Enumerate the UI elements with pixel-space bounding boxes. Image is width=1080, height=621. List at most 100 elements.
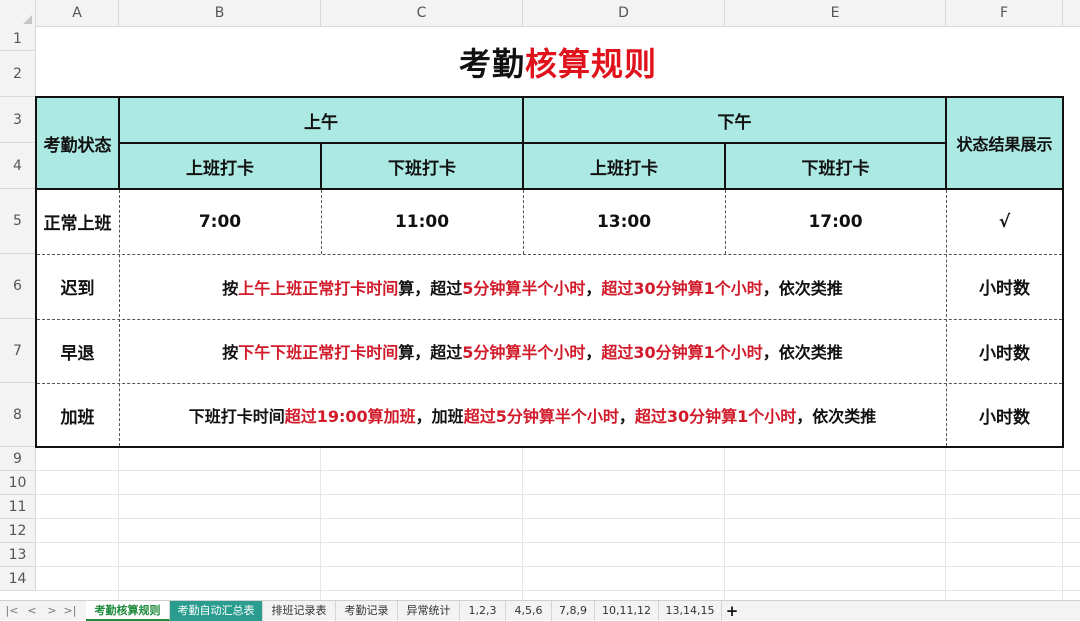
- sheet-tab-exceptions[interactable]: 异常统计: [398, 601, 460, 621]
- header-afternoon[interactable]: 下午: [523, 97, 946, 143]
- header-divider: [320, 143, 322, 189]
- first-sheet-nav-icon[interactable]: |<: [4, 601, 20, 621]
- early-rule-highlight: 5分钟算半个小时: [462, 343, 586, 362]
- sheet-tab-1-2-3[interactable]: 1,2,3: [460, 601, 506, 621]
- early-result[interactable]: 小时数: [946, 319, 1063, 383]
- sheet-tab-4-5-6[interactable]: 4,5,6: [506, 601, 552, 621]
- row-early-label[interactable]: 早退: [36, 319, 119, 383]
- sheet-tab-summary[interactable]: 考勤自动汇总表: [170, 601, 263, 621]
- sheet-title: 考勤 核算规则: [36, 27, 1080, 97]
- overtime-rule-text: ，: [618, 407, 635, 426]
- row-header-3[interactable]: 3: [0, 97, 36, 143]
- row-normal-label[interactable]: 正常上班: [36, 189, 119, 254]
- overtime-rule-text: 下班打卡时间: [188, 407, 285, 426]
- column-header-c[interactable]: C: [321, 0, 523, 27]
- sheet-tab-10-11-12[interactable]: 10,11,12: [595, 601, 659, 621]
- late-rule-text: 算，超过: [398, 278, 463, 298]
- row-header-2[interactable]: 2: [0, 51, 36, 97]
- row-header-13[interactable]: 13: [0, 543, 36, 567]
- normal-pm-out[interactable]: 17:00: [725, 189, 946, 254]
- sheet-tab-schedule[interactable]: 排班记录表: [263, 601, 336, 621]
- overtime-rule-highlight: 超过19:00算加班: [284, 407, 416, 426]
- row-overtime-label[interactable]: 加班: [36, 383, 119, 447]
- sheet-tab-13-14-15[interactable]: 13,14,15: [659, 601, 722, 621]
- column-header-b[interactable]: B: [119, 0, 321, 27]
- add-sheet-button[interactable]: +: [722, 601, 742, 621]
- row-divider: [37, 254, 1062, 255]
- spreadsheet-area: A B C D E F 1 2 3 4 5 6 7 8 9 10 11 12 1…: [0, 0, 1080, 600]
- overtime-result[interactable]: 小时数: [946, 383, 1063, 447]
- row-header-8[interactable]: 8: [0, 383, 36, 447]
- header-morning[interactable]: 上午: [119, 97, 523, 143]
- normal-pm-in[interactable]: 13:00: [523, 189, 725, 254]
- late-rule-text: ，: [585, 278, 602, 298]
- row-header-10[interactable]: 10: [0, 471, 36, 495]
- overtime-rule-text: ，依次类推: [796, 407, 877, 426]
- sheet-tab-rules[interactable]: 考勤核算规则: [86, 601, 170, 621]
- col-divider: [321, 190, 322, 254]
- col-divider: [946, 190, 947, 446]
- row-header-4[interactable]: 4: [0, 143, 36, 189]
- overtime-rule-text: ，加班: [415, 407, 464, 426]
- row-header-5[interactable]: 5: [0, 189, 36, 254]
- row-divider: [37, 383, 1062, 384]
- early-rule-text: ，: [585, 343, 602, 362]
- column-header-e[interactable]: E: [725, 0, 946, 27]
- late-rule-highlight: 上午上班正常打卡时间: [238, 278, 399, 298]
- title-part-black: 考勤: [458, 45, 525, 83]
- normal-result-checkmark[interactable]: √: [946, 189, 1063, 254]
- header-divider: [724, 143, 726, 189]
- column-header-a[interactable]: A: [36, 0, 119, 27]
- next-sheet-nav-icon[interactable]: >: [44, 601, 60, 621]
- table-border-top: [35, 96, 1064, 98]
- late-rule-text: ，依次类推: [762, 278, 843, 298]
- late-rule-text: 按: [222, 278, 239, 298]
- row-header-7[interactable]: 7: [0, 319, 36, 383]
- header-pm-out[interactable]: 下班打卡: [725, 143, 946, 189]
- early-rule[interactable]: 按下午下班正常打卡时间 算，超过 5分钟算半个小时，超过30分钟算1个小时 ，依次类推: [119, 319, 946, 383]
- overtime-rule-highlight: 超过30分钟算1个小时: [634, 407, 797, 426]
- early-rule-text: 按: [222, 343, 239, 362]
- normal-am-out[interactable]: 11:00: [321, 189, 523, 254]
- header-bottom-border: [35, 188, 1064, 190]
- table-border-left: [35, 96, 37, 448]
- col-divider: [119, 190, 120, 446]
- col-divider: [523, 190, 524, 254]
- early-rule-highlight: 超过30分钟算1个小时: [601, 343, 763, 362]
- header-status[interactable]: 考勤状态: [36, 97, 119, 189]
- col-divider: [725, 190, 726, 254]
- row-divider: [37, 319, 1062, 320]
- header-am-out[interactable]: 下班打卡: [321, 143, 523, 189]
- prev-sheet-nav-icon[interactable]: <: [24, 601, 40, 621]
- late-result[interactable]: 小时数: [946, 254, 1063, 319]
- header-divider: [119, 142, 946, 144]
- row-header-6[interactable]: 6: [0, 254, 36, 319]
- column-header-bar: A B C D E F: [0, 0, 1080, 27]
- late-rule-highlight: 超过30分钟算1个小时: [601, 278, 763, 298]
- table-border-bottom: [35, 446, 1064, 448]
- late-rule[interactable]: 按上午上班正常打卡时间 算，超过 5分钟算半个小时，超过30分钟算1个小时 ，依次类推: [119, 254, 946, 319]
- sheet-tab-records[interactable]: 考勤记录: [336, 601, 398, 621]
- early-rule-text: 算，超过: [398, 343, 463, 362]
- row-header-12[interactable]: 12: [0, 519, 36, 543]
- column-header-f[interactable]: F: [946, 0, 1063, 27]
- select-all-corner[interactable]: [0, 0, 36, 27]
- header-pm-in[interactable]: 上班打卡: [523, 143, 725, 189]
- sheet-tab-bar: |< < > >| 考勤核算规则 考勤自动汇总表 排班记录表 考勤记录 异常统计…: [0, 600, 1080, 621]
- normal-am-in[interactable]: 7:00: [119, 189, 321, 254]
- early-rule-highlight: 下午下班正常打卡时间: [238, 343, 399, 362]
- row-header-1[interactable]: 1: [0, 27, 36, 51]
- sheet-tab-7-8-9[interactable]: 7,8,9: [552, 601, 595, 621]
- row-header-11[interactable]: 11: [0, 495, 36, 519]
- title-part-red: 核算规则: [525, 45, 658, 83]
- overtime-rule-highlight: 超过5分钟算半个小时: [463, 407, 619, 426]
- last-sheet-nav-icon[interactable]: >|: [62, 601, 78, 621]
- header-am-in[interactable]: 上班打卡: [119, 143, 321, 189]
- row-header-14[interactable]: 14: [0, 567, 36, 591]
- late-rule-highlight: 5分钟算半个小时: [462, 278, 586, 298]
- row-late-label[interactable]: 迟到: [36, 254, 119, 319]
- row-header-9[interactable]: 9: [0, 447, 36, 471]
- header-result[interactable]: 状态结果展示: [946, 97, 1063, 189]
- column-header-d[interactable]: D: [523, 0, 725, 27]
- overtime-rule[interactable]: 下班打卡时间 超过19:00算加班 ，加班 超过5分钟算半个小时，超过30分钟算1个小…: [119, 383, 946, 447]
